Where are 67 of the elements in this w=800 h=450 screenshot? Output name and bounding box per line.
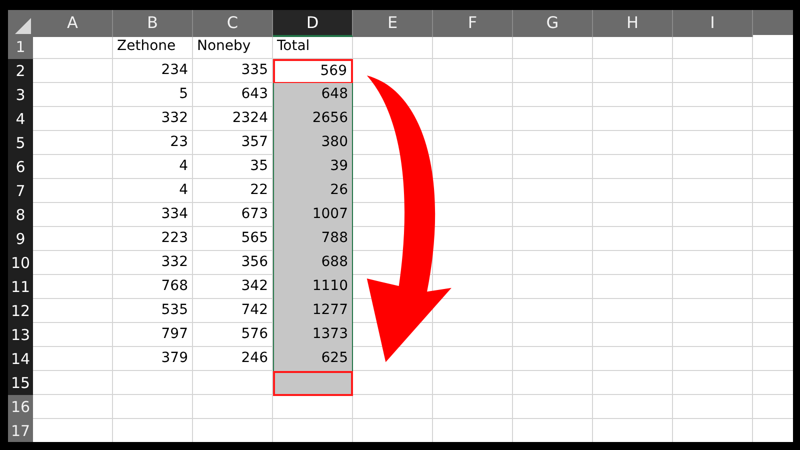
row-header[interactable]: 15 [8, 371, 33, 396]
table-cell-text: 535 [160, 301, 189, 320]
table-cell-text: 246 [240, 349, 269, 368]
table-cell: 648 [273, 83, 353, 108]
column-header[interactable]: G [513, 10, 593, 37]
table-cell: 1007 [273, 203, 353, 228]
table-cell-text: 643 [240, 85, 269, 104]
row-header[interactable]: 9 [8, 227, 33, 252]
table-cell-text: 673 [240, 205, 269, 224]
table-cell-text: 335 [240, 61, 269, 80]
table-cell-text: 22 [249, 181, 269, 200]
table-cell-text: Zethone [116, 37, 177, 56]
table-cell: 688 [273, 251, 353, 276]
column-header[interactable]: C [193, 10, 273, 37]
table-cell: 788 [273, 227, 353, 252]
table-cell-text: 223 [160, 229, 189, 248]
row-header[interactable]: 14 [8, 347, 33, 372]
table-cell: 380 [273, 131, 353, 156]
table-cell-text: 332 [160, 253, 189, 272]
table-cell: 26 [273, 179, 353, 204]
row-header[interactable]: 6 [8, 155, 33, 180]
row-header[interactable]: 10 [8, 251, 33, 276]
table-cell: 2656 [273, 107, 353, 132]
table-cell-text: Noneby [196, 37, 252, 56]
table-cell-text: 334 [160, 205, 189, 224]
row-header[interactable]: 4 [8, 107, 33, 132]
table-cell-text: 379 [160, 349, 189, 368]
table-cell: 39 [273, 155, 353, 180]
column-header[interactable]: I [673, 10, 753, 37]
column-header[interactable]: A [33, 10, 113, 37]
table-cell-text: 4 [178, 157, 189, 176]
table-cell-text: 576 [240, 325, 269, 344]
row-header[interactable]: 11 [8, 275, 33, 300]
table-cell-text: 357 [240, 133, 269, 152]
row-header[interactable]: 17 [8, 419, 33, 442]
table-cell: 1277 [273, 299, 353, 324]
column-header[interactable]: E [353, 10, 433, 37]
column-header[interactable]: H [593, 10, 673, 37]
table-cell-text: 742 [240, 301, 269, 320]
row-header[interactable]: 7 [8, 179, 33, 204]
row-header[interactable]: 2 [8, 59, 33, 84]
table-cell-text: 342 [240, 277, 269, 296]
table-cell: 1110 [273, 275, 353, 300]
table-cell: 625 [273, 347, 353, 372]
table-cell-text: 234 [160, 61, 189, 80]
table-cell-text: 332 [160, 109, 189, 128]
table-cell-text: 797 [160, 325, 189, 344]
table-cell-text: 35 [249, 157, 269, 176]
row-header[interactable]: 13 [8, 323, 33, 348]
row-header[interactable]: 12 [8, 299, 33, 324]
table-cell-text: 356 [240, 253, 269, 272]
table-cell-text: 2324 [231, 109, 269, 128]
row-header[interactable]: 3 [8, 83, 33, 108]
row-header[interactable]: 8 [8, 203, 33, 228]
table-cell-text: Total [276, 37, 311, 56]
row-header[interactable]: 1 [8, 35, 33, 60]
column-header[interactable]: D [273, 10, 353, 37]
column-header[interactable]: F [433, 10, 513, 37]
table-cell-text: 768 [160, 277, 189, 296]
row-header[interactable]: 5 [8, 131, 33, 156]
table-cell: 1373 [273, 323, 353, 348]
column-header[interactable]: B [113, 10, 193, 37]
row-header[interactable]: 16 [8, 395, 33, 420]
table-cell-text: 5 [178, 85, 189, 104]
table-cell-text: 23 [169, 133, 189, 152]
table-cell-text: 565 [240, 229, 269, 248]
table-cell-text: 4 [178, 181, 189, 200]
